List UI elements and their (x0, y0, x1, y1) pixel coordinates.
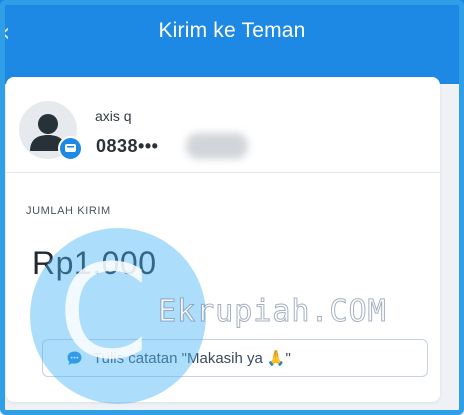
recipient-phone: 0838••• (96, 136, 159, 156)
divider (6, 172, 440, 173)
recipient-name: axis q (95, 108, 132, 124)
ovo-badge-icon (58, 136, 83, 161)
note-input[interactable]: Tulis catatan "Makasih ya 🙏" (42, 339, 428, 377)
praying-hands-icon: 🙏 (266, 350, 286, 367)
page-title: Kirim ke Teman (158, 19, 306, 42)
masked-phone-digits (186, 133, 248, 159)
note-placeholder: Tulis catatan "Makasih ya 🙏" (93, 350, 291, 367)
transfer-card: axis q 0838••• JUMLAH KIRIM Rp1.000 Tuli… (6, 77, 440, 402)
amount-label: JUMLAH KIRIM (26, 205, 111, 217)
chat-bubble-icon (67, 351, 82, 365)
app-header: ‹ Kirim ke Teman (0, 0, 464, 84)
amount-value[interactable]: Rp1.000 (32, 245, 156, 282)
